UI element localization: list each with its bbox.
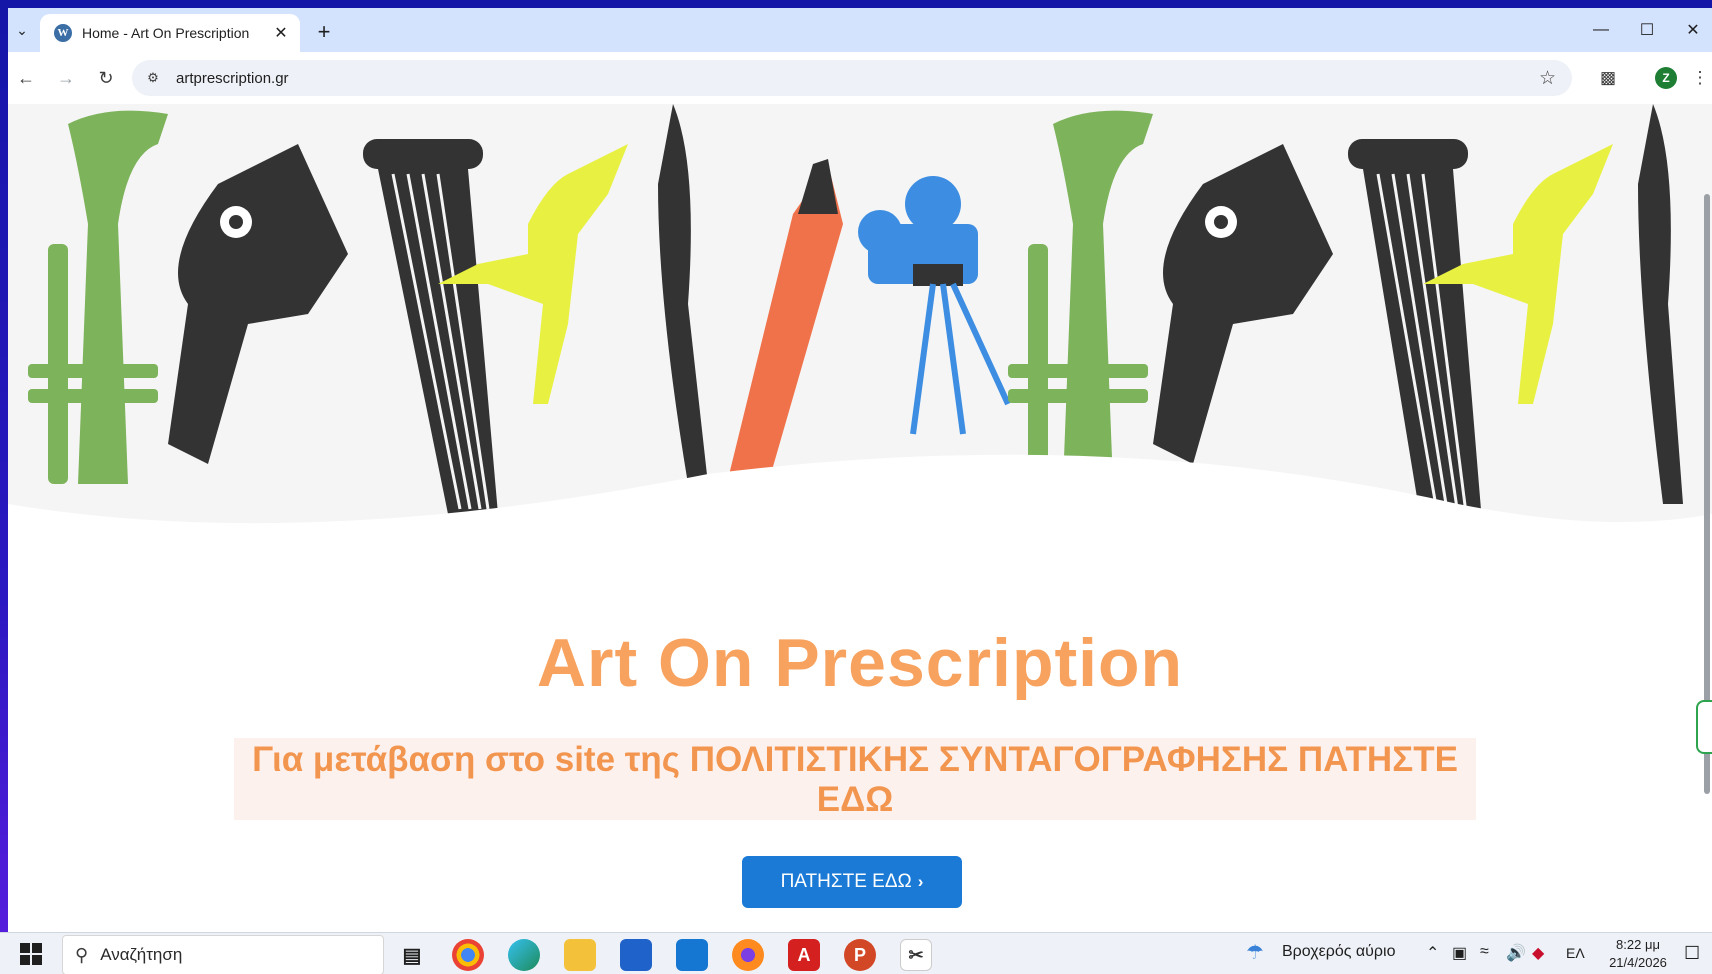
search-icon: ⚲ <box>75 944 89 965</box>
chevron-right-icon: › <box>917 872 924 891</box>
new-tab-button[interactable]: + <box>310 18 338 46</box>
clock-date: 21/4/2026 <box>1609 955 1667 970</box>
page-scrollbar[interactable] <box>1700 104 1712 932</box>
powerpoint-icon[interactable]: P <box>844 939 876 971</box>
menu-kebab-icon[interactable]: ⋮ <box>1692 64 1709 92</box>
outlook-icon[interactable] <box>676 939 708 971</box>
forward-button[interactable]: → <box>52 64 80 92</box>
volume-icon[interactable]: 🔊 <box>1506 943 1526 963</box>
weather-icon[interactable]: ☂ <box>1246 940 1264 965</box>
file-explorer-icon[interactable] <box>564 939 596 971</box>
start-button[interactable] <box>20 943 42 965</box>
weather-text[interactable]: Βροχερός αύριο <box>1282 943 1395 961</box>
address-bar[interactable]: ⚙ artprescription.gr ☆ <box>132 60 1572 96</box>
edge-icon[interactable] <box>508 939 540 971</box>
profile-button[interactable]: Z <box>1652 64 1680 92</box>
chevron-up-icon[interactable]: ⌃ <box>1426 943 1439 963</box>
wordpress-icon: W <box>54 24 72 42</box>
meet-icon[interactable]: ▣ <box>1452 943 1467 963</box>
browser-window: ⌄ W Home - Art On Prescription ✕ + — ☐ ✕… <box>8 8 1712 932</box>
extensions-icon[interactable]: ▩ <box>1594 64 1622 92</box>
clock[interactable]: 8:22 μμ 21/4/2026 <box>1598 936 1678 972</box>
maximize-button[interactable]: ☐ <box>1624 16 1670 44</box>
site-info-icon[interactable]: ⚙ <box>142 67 164 89</box>
chrome-icon[interactable] <box>452 939 484 971</box>
bookmark-star-icon[interactable]: ☆ <box>1539 67 1556 90</box>
avatar: Z <box>1655 67 1677 89</box>
store-icon[interactable] <box>620 939 652 971</box>
minimize-button[interactable]: — <box>1578 16 1624 44</box>
snipping-tool-icon[interactable]: ✂ <box>900 939 932 971</box>
close-tab-icon[interactable]: ✕ <box>270 22 292 44</box>
reload-button[interactable]: ↻ <box>92 64 120 92</box>
clock-time: 8:22 μμ <box>1616 937 1660 952</box>
taskbar-search-input[interactable]: ⚲ Αναζήτηση <box>62 935 384 974</box>
windows-taskbar: ⚲ Αναζήτηση ▤ A P ✂ ☂ Βροχερός αύριο ⌃ ▣… <box>0 932 1712 974</box>
accessibility-widget[interactable] <box>1696 700 1712 754</box>
tab-strip: ⌄ W Home - Art On Prescription ✕ + — ☐ ✕ <box>8 8 1712 52</box>
task-view-icon[interactable]: ▤ <box>396 939 428 971</box>
wifi-icon[interactable]: ≈ <box>1480 943 1489 961</box>
click-here-button[interactable]: ΠΑΤΗΣΤΕ ΕΔΩ › <box>742 856 962 908</box>
hero-banner <box>8 104 1712 584</box>
close-window-button[interactable]: ✕ <box>1670 16 1712 44</box>
back-button[interactable]: ← <box>12 64 40 92</box>
language-indicator[interactable]: ΕΛ <box>1566 945 1585 961</box>
acrobat-icon[interactable]: A <box>788 939 820 971</box>
tab-search-button[interactable]: ⌄ <box>10 18 34 42</box>
tab-title: Home - Art On Prescription <box>82 25 250 41</box>
search-placeholder: Αναζήτηση <box>100 945 183 964</box>
notifications-icon[interactable]: ☐ <box>1684 943 1700 964</box>
cta-label: ΠΑΤΗΣΤΕ ΕΔΩ <box>780 871 912 892</box>
web-page: Art On Prescription Για μετάβαση στο sit… <box>8 104 1712 932</box>
page-title: Art On Prescription <box>536 625 1184 701</box>
firefox-icon[interactable] <box>732 939 764 971</box>
tab-home[interactable]: W Home - Art On Prescription ✕ <box>40 14 300 52</box>
redirect-notice: Για μετάβαση στο site της ΠΟΛΙΤΙΣΤΙΚΗΣ Σ… <box>234 738 1476 820</box>
url-text: artprescription.gr <box>176 69 289 87</box>
browser-toolbar: ← → ↻ ⚙ artprescription.gr ☆ ▩ Z ⋮ <box>8 52 1712 104</box>
dropbox-icon[interactable]: ◆ <box>1532 943 1544 963</box>
